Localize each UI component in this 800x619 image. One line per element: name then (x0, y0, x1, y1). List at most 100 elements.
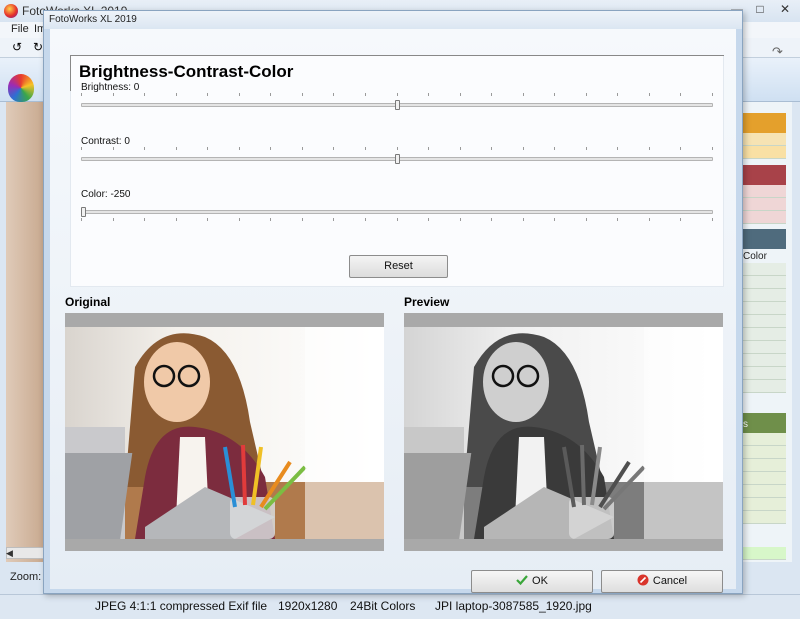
slider-tick (459, 147, 461, 150)
scroll-left-arrow-icon[interactable]: ◀ (6, 548, 13, 559)
preview-photo (404, 327, 723, 539)
preview-caption: Preview (404, 295, 450, 309)
color-slider-thumb[interactable] (81, 207, 86, 217)
right-panel-row[interactable] (742, 276, 786, 289)
color-slider-track[interactable] (81, 210, 713, 214)
slider-tick (554, 147, 556, 150)
slider-tick (554, 93, 556, 96)
right-panel-row[interactable] (742, 547, 786, 560)
right-panel-color-item[interactable]: Color (743, 251, 767, 262)
right-panel-row[interactable] (742, 485, 786, 498)
right-panel-row[interactable] (742, 315, 786, 328)
slider-tick (522, 93, 524, 96)
slider-tick (428, 147, 430, 150)
slider-tick (491, 93, 493, 96)
slider-tick (680, 93, 682, 96)
right-panel-row[interactable] (742, 380, 786, 393)
brightness-ticks (81, 93, 713, 97)
right-panel-row[interactable] (742, 185, 786, 198)
dialog-titlebar[interactable]: FotoWorks XL 2019 (44, 11, 742, 29)
slider-tick (364, 93, 366, 96)
right-panel-row[interactable] (742, 289, 786, 302)
right-panel-row[interactable] (742, 433, 786, 446)
right-panel-slate-header[interactable] (742, 229, 786, 249)
status-dimensions: 1920x1280 (278, 599, 338, 613)
preview-image-frame (404, 313, 723, 551)
color-label: Color: -250 (81, 189, 131, 200)
brightness-slider-thumb[interactable] (394, 100, 400, 110)
slider-tick (712, 93, 713, 96)
cancel-button[interactable]: Cancel (601, 570, 723, 593)
right-panel-row[interactable] (742, 367, 786, 380)
contrast-label: Contrast: 0 (81, 136, 130, 147)
menu-file[interactable]: File (11, 23, 29, 35)
slider-tick (617, 93, 619, 96)
reset-button[interactable]: Reset (349, 255, 448, 278)
right-panel-row[interactable] (742, 328, 786, 341)
slider-tick (333, 218, 335, 221)
dialog-title: FotoWorks XL 2019 (49, 14, 137, 25)
slider-tick (522, 147, 524, 150)
checkmark-icon (516, 573, 528, 586)
slider-tick (648, 147, 650, 150)
right-panel-row[interactable] (742, 472, 786, 485)
slider-tick (428, 218, 430, 221)
right-panel-row[interactable] (742, 354, 786, 367)
slider-tick (712, 218, 713, 221)
slider-tick (112, 93, 114, 96)
help-icon[interactable]: ↷ (772, 44, 783, 60)
right-panel-row[interactable] (742, 133, 786, 146)
statusbar: JPEG 4:1:1 compressed Exif file 1920x128… (0, 594, 800, 619)
slider-tick (585, 93, 587, 96)
right-panel-red-header[interactable] (742, 165, 786, 185)
right-panel-orange-header[interactable] (742, 113, 786, 133)
slider-tick (238, 93, 240, 96)
right-panel-row[interactable] (742, 498, 786, 511)
right-panel-row[interactable] (742, 263, 786, 276)
ok-button[interactable]: OK (471, 570, 593, 593)
slider-tick (364, 147, 366, 150)
right-panel-row[interactable] (742, 446, 786, 459)
right-panel-row[interactable] (742, 459, 786, 472)
right-panel-green-header[interactable] (742, 413, 786, 433)
status-file-format: JPEG 4:1:1 compressed Exif file (95, 599, 268, 613)
slider-tick (585, 218, 587, 221)
slider-tick (238, 147, 240, 150)
brightness-label: Brightness: 0 (81, 82, 140, 93)
contrast-slider-thumb[interactable] (394, 154, 400, 164)
slider-tick (112, 147, 114, 150)
right-panel-row[interactable] (742, 511, 786, 524)
maximize-button[interactable]: □ (750, 0, 770, 20)
slider-tick (301, 147, 303, 150)
right-panel-row[interactable] (742, 146, 786, 159)
slider-tick (396, 218, 398, 221)
right-panel-row[interactable] (742, 211, 786, 224)
redo-icon[interactable]: ↻ (33, 40, 43, 54)
slider-tick (144, 93, 146, 96)
original-caption: Original (65, 295, 111, 309)
brightness-contrast-color-dialog: FotoWorks XL 2019 Brightness-Contrast-Co… (43, 10, 743, 594)
slider-tick (301, 218, 303, 221)
slider-tick (81, 218, 82, 221)
right-panel-row[interactable] (742, 302, 786, 315)
dialog-body: Brightness-Contrast-Color Brightness: 0 … (50, 29, 736, 593)
slider-tick (459, 93, 461, 96)
slider-tick (712, 147, 713, 150)
right-panel-row[interactable] (742, 341, 786, 354)
undo-icon[interactable]: ↺ (12, 40, 22, 54)
slider-tick (333, 147, 335, 150)
slider-tick (585, 147, 587, 150)
slider-tick (617, 147, 619, 150)
slider-tick (648, 218, 650, 221)
slider-tick (364, 218, 366, 221)
slider-tick (144, 147, 146, 150)
dialog-heading: Brightness-Contrast-Color (79, 62, 294, 81)
cancel-icon (637, 573, 649, 586)
close-button[interactable]: ✕ (770, 0, 800, 20)
status-color-depth: 24Bit Colors (350, 599, 416, 613)
right-panel-row[interactable] (742, 198, 786, 211)
slider-tick (333, 93, 335, 96)
color-ticks (81, 218, 713, 222)
slider-tick (112, 218, 114, 221)
slider-tick (207, 93, 209, 96)
